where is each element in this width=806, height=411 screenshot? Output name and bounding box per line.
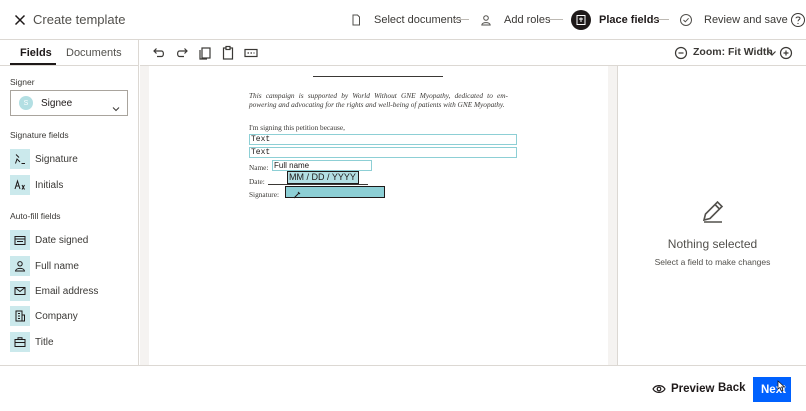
date-signed-field[interactable]: MM / DD / YYYY	[287, 171, 359, 184]
zoom-select[interactable]: Zoom: Fit Width	[693, 46, 773, 58]
name-label: Name:	[249, 163, 269, 172]
text-field-icon[interactable]	[243, 45, 259, 61]
copy-icon[interactable]	[197, 45, 213, 61]
field-initials[interactable]: Initials	[10, 175, 63, 195]
field-label: Full name	[35, 260, 79, 272]
eye-icon	[652, 385, 666, 393]
step-add-roles[interactable]: Add roles	[476, 9, 550, 31]
help-icon[interactable]	[790, 12, 806, 33]
tab-fields[interactable]: Fields	[20, 47, 52, 59]
signer-select[interactable]: S Signee	[10, 90, 128, 116]
document-page: This campaign is supported by World With…	[149, 66, 608, 365]
signer-avatar: S	[19, 96, 33, 110]
text-field-1[interactable]: Text	[249, 134, 517, 145]
empty-state-subtitle: Select a field to make changes	[654, 257, 771, 267]
document-icon	[346, 10, 366, 30]
step-label: Review and save	[704, 14, 788, 26]
signer-name: Signee	[41, 97, 73, 109]
field-label: Signature	[35, 153, 78, 165]
cursor-icon	[777, 380, 786, 392]
full-name-field[interactable]: Full name	[272, 160, 372, 171]
step-label: Select documents	[374, 14, 462, 26]
page-title: Create template	[33, 12, 126, 27]
zoom-in-icon[interactable]	[778, 45, 794, 61]
undo-icon[interactable]	[151, 45, 167, 61]
signature-icon	[10, 149, 30, 169]
step-divider	[453, 19, 469, 20]
campaign-paragraph: This campaign is supported by World With…	[249, 91, 508, 109]
step-select-documents[interactable]: Select documents	[346, 9, 461, 31]
header: Create template Select documents Add rol…	[0, 0, 806, 40]
redo-icon[interactable]	[174, 45, 190, 61]
field-company[interactable]: Company	[10, 306, 78, 326]
reason-text: I'm signing this petition because,	[249, 123, 345, 132]
close-icon[interactable]	[12, 12, 28, 28]
step-divider	[547, 19, 563, 20]
panel-tabs: Fields Documents	[0, 40, 139, 66]
tab-documents[interactable]: Documents	[66, 47, 122, 59]
paste-icon[interactable]	[220, 45, 236, 61]
field-title[interactable]: Title	[10, 332, 54, 352]
date-underline	[268, 184, 368, 185]
empty-state-title: Nothing selected	[667, 237, 758, 251]
field-email-address[interactable]: Email address	[10, 281, 98, 301]
field-date-signed[interactable]: Date signed	[10, 230, 88, 250]
signature-icon	[293, 191, 301, 199]
zoom-out-icon[interactable]	[673, 45, 689, 61]
active-tab-indicator	[10, 63, 56, 65]
autofill-fields-label: Auto-fill fields	[10, 211, 61, 221]
person-icon	[476, 10, 496, 30]
signature-label: Signature:	[249, 190, 279, 199]
text-field-2[interactable]: Text	[249, 147, 517, 158]
field-label: Initials	[35, 179, 64, 191]
step-label: Place fields	[599, 14, 660, 26]
person-icon	[10, 256, 30, 276]
preview-button[interactable]: Preview	[652, 382, 714, 396]
field-full-name[interactable]: Full name	[10, 256, 79, 276]
field-label: Company	[35, 310, 78, 322]
field-label: Date signed	[35, 234, 89, 246]
pencil-icon	[700, 198, 726, 229]
preview-label: Preview	[671, 383, 715, 395]
step-place-fields[interactable]: Place fields	[571, 9, 660, 31]
document-canvas: This campaign is supported by World With…	[140, 66, 617, 365]
document-rule	[313, 76, 443, 77]
date-label: Date:	[249, 177, 265, 186]
back-button[interactable]: Back	[718, 382, 746, 394]
footer: Preview Back Next	[0, 365, 806, 411]
place-fields-icon	[571, 10, 591, 30]
chevron-down-icon	[112, 100, 120, 112]
fields-panel: Fields Documents Signer S Signee Signatu…	[0, 40, 139, 365]
signature-field[interactable]	[285, 186, 385, 199]
editor-toolbar: Zoom: Fit Width	[140, 40, 806, 66]
signer-label: Signer	[10, 77, 35, 87]
check-circle-icon	[676, 10, 696, 30]
step-label: Add roles	[504, 14, 551, 26]
building-icon	[10, 306, 30, 326]
field-label: Title	[35, 336, 54, 348]
initials-icon	[10, 175, 30, 195]
signature-fields-label: Signature fields	[10, 130, 69, 140]
field-signature[interactable]: Signature	[10, 149, 78, 169]
calendar-icon	[10, 230, 30, 250]
field-label: Email address	[35, 285, 99, 297]
briefcase-icon	[10, 332, 30, 352]
step-divider	[653, 19, 669, 20]
step-review-and-save[interactable]: Review and save	[676, 9, 788, 31]
envelope-icon	[10, 281, 30, 301]
properties-panel: Nothing selected Select a field to make …	[617, 66, 806, 365]
